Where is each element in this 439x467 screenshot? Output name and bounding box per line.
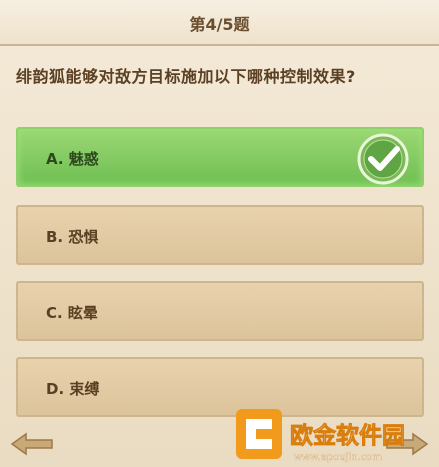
question-counter: 第4/5题 — [189, 15, 250, 34]
option-c[interactable]: C. 眩晕 — [16, 281, 424, 341]
option-a[interactable]: A. 魅惑 — [16, 127, 424, 187]
svg-text:欧金软件园: 欧金软件园 — [290, 422, 405, 449]
title-bar: 第4/5题 — [0, 0, 439, 46]
option-d-label: D. 束缚 — [46, 380, 100, 398]
option-a-label: A. 魅惑 — [46, 150, 99, 168]
option-b-label: B. 恐惧 — [46, 228, 99, 246]
option-c-label: C. 眩晕 — [46, 304, 98, 322]
quiz-panel: 第4/5题 绯韵狐能够对敌方目标施加以下哪种控制效果? A. 魅惑 B. 恐惧 … — [0, 0, 439, 467]
option-b[interactable]: B. 恐惧 — [16, 205, 424, 265]
prev-arrow-icon[interactable] — [8, 430, 56, 458]
question-text: 绯韵狐能够对敌方目标施加以下哪种控制效果? — [16, 67, 356, 86]
watermark-logo: 欧金软件园 www.apoujin.com — [236, 409, 405, 463]
svg-text:www.apoujin.com: www.apoujin.com — [294, 452, 382, 463]
check-icon — [357, 133, 409, 185]
